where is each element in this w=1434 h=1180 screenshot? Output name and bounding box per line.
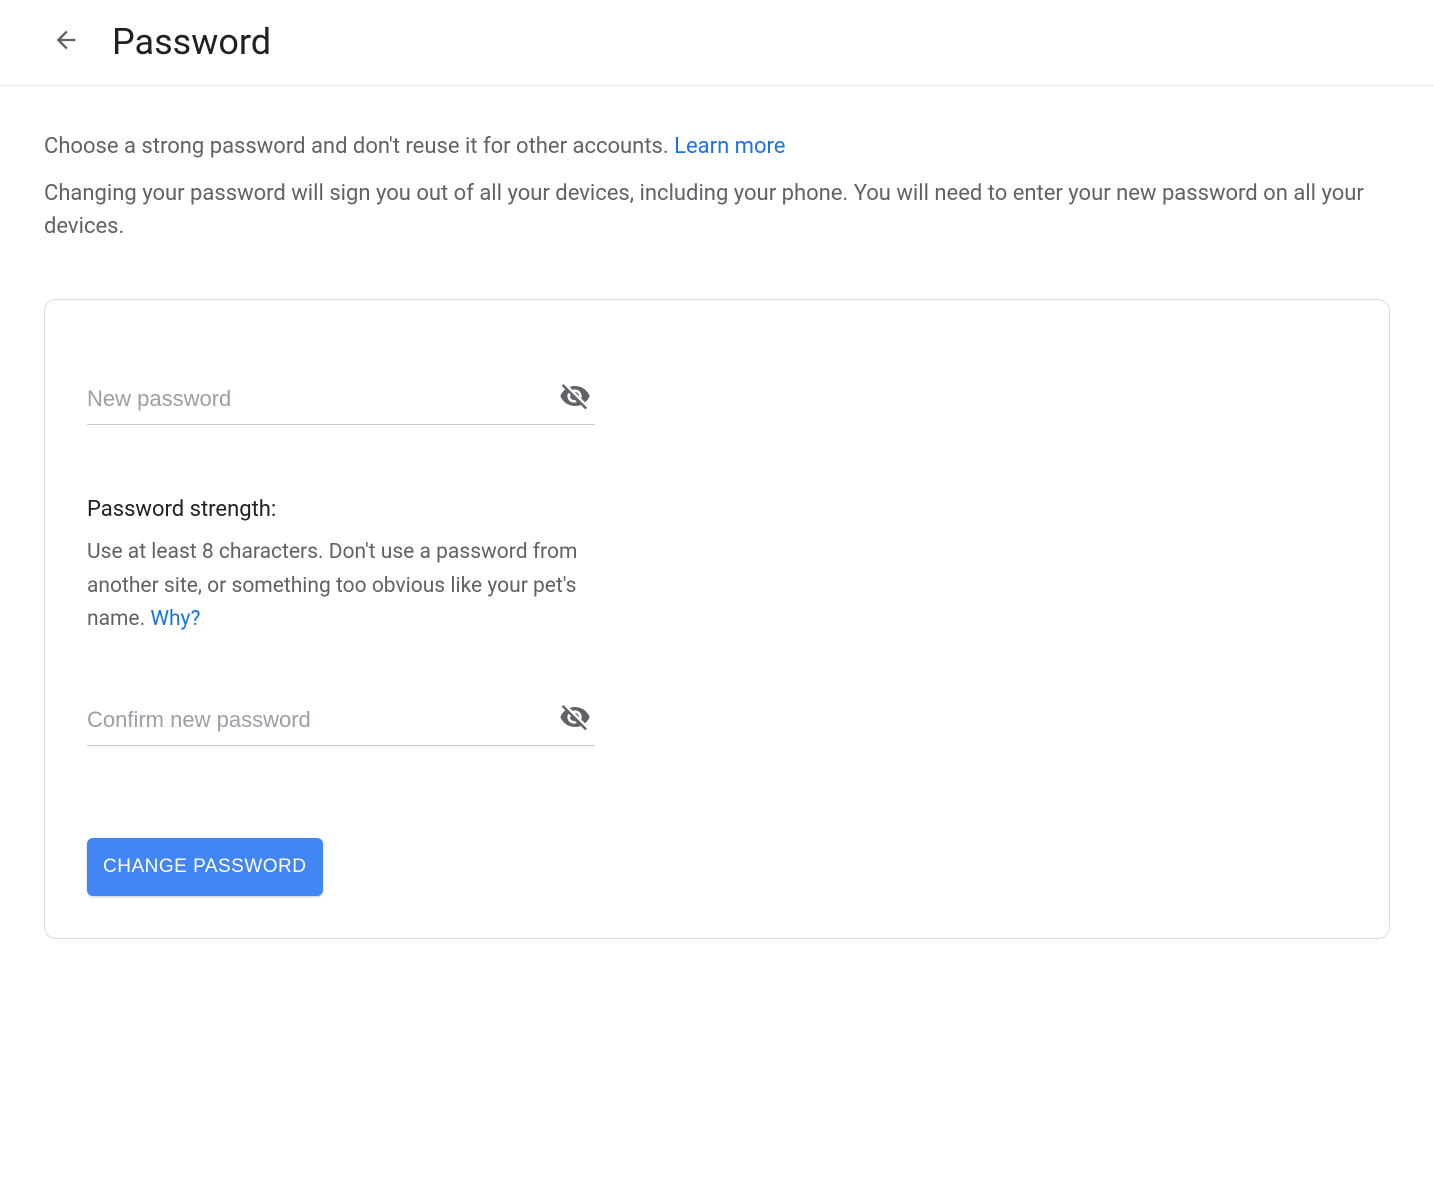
new-password-field-group [87, 380, 595, 425]
eye-off-icon [559, 721, 591, 736]
arrow-left-icon [52, 26, 80, 57]
password-form-card: Password strength: Use at least 8 charac… [44, 299, 1390, 939]
learn-more-link[interactable]: Learn more [674, 134, 785, 159]
intro-text-1: Choose a strong password and don't reuse… [44, 130, 1390, 163]
password-strength-label: Password strength: [87, 497, 595, 522]
content-area: Choose a strong password and don't reuse… [0, 86, 1434, 939]
why-link[interactable]: Why? [150, 607, 200, 631]
confirm-password-input[interactable] [87, 701, 595, 746]
new-password-input[interactable] [87, 380, 595, 425]
toggle-confirm-password-visibility[interactable] [555, 697, 595, 740]
eye-off-icon [559, 400, 591, 415]
back-button[interactable] [44, 18, 88, 65]
password-strength-hint: Use at least 8 characters. Don't use a p… [87, 536, 595, 637]
intro-text-1-prefix: Choose a strong password and don't reuse… [44, 134, 674, 159]
page-header: Password [0, 0, 1434, 86]
change-password-button[interactable]: CHANGE PASSWORD [87, 838, 323, 896]
intro-text-2: Changing your password will sign you out… [44, 177, 1390, 243]
page-title: Password [112, 21, 271, 63]
confirm-password-field-group [87, 701, 595, 746]
toggle-new-password-visibility[interactable] [555, 376, 595, 419]
